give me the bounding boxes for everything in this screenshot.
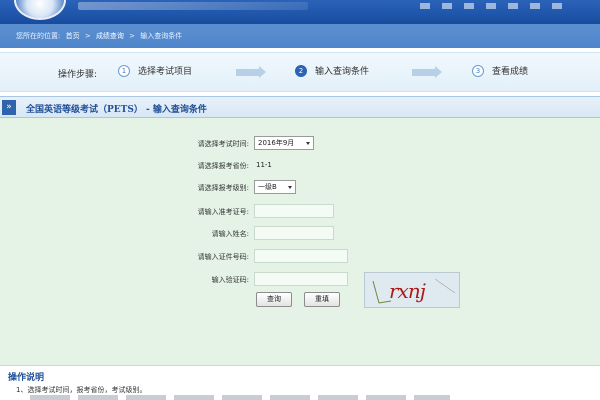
captcha-text: rxnj: [389, 279, 426, 303]
site-banner: [0, 0, 600, 24]
exam-time-row: 请选择考试时间: 2016年9月: [0, 136, 600, 152]
step-3-number: 3: [472, 64, 484, 77]
level-row: 请选择报考级别: 一级B: [0, 180, 600, 196]
instructions-truncated-line: [30, 395, 450, 400]
exam-time-select[interactable]: 2016年9月: [254, 136, 314, 150]
section-title: 全国英语等级考试（PETS） - 输入查询条件: [26, 105, 207, 115]
captcha-row: 输入验证码: rxnj: [0, 272, 600, 308]
name-label: 请输入姓名:: [211, 230, 249, 238]
banner-nav-graphic: [420, 3, 570, 9]
ticket-row: 请输入准考证号:: [0, 204, 600, 220]
exam-time-value: 2016年9月: [258, 139, 295, 147]
steps-bar: 操作步骤: 1 选择考试项目 2 输入查询条件 3 查看成绩: [0, 52, 600, 92]
banner-title-graphic: [78, 2, 308, 10]
breadcrumb-home[interactable]: 首页: [66, 32, 80, 40]
site-logo: [14, 0, 66, 20]
step-arrow-icon: [412, 66, 442, 78]
province-row: 请选择报考省份: 11-1: [0, 158, 600, 174]
id-number-input[interactable]: [254, 249, 348, 263]
step-2-label: 输入查询条件: [315, 67, 370, 77]
level-select[interactable]: 一级B: [254, 180, 296, 194]
breadcrumb-current: 输入查询条件: [140, 32, 183, 40]
chevron-down-icon: [306, 142, 310, 145]
double-chevron-icon: »: [2, 100, 16, 115]
step-3: 3 查看成绩: [472, 64, 528, 77]
step-3-label: 查看成绩: [492, 67, 529, 77]
id-label: 请输入证件号码:: [197, 253, 249, 261]
section-header: » 全国英语等级考试（PETS） - 输入查询条件: [0, 96, 600, 118]
chevron-down-icon: [288, 186, 292, 189]
step-2: 2 输入查询条件: [295, 64, 369, 77]
name-input[interactable]: [254, 226, 334, 240]
breadcrumb-separator: >: [129, 32, 136, 40]
step-2-number: 2: [295, 64, 307, 77]
instructions: 操作说明 1、选择考试时间，报考省份，考试级别。: [0, 368, 600, 400]
step-1-number: 1: [118, 64, 130, 77]
query-button[interactable]: 查询: [256, 292, 292, 307]
ticket-label: 请输入准考证号:: [197, 208, 249, 216]
instructions-title: 操作说明: [8, 373, 45, 383]
exam-time-label: 请选择考试时间:: [197, 140, 249, 148]
breadcrumb-prefix: 您所在的位置:: [16, 32, 61, 40]
province-label: 请选择报考省份:: [197, 162, 249, 170]
breadcrumb-score-query[interactable]: 成绩查询: [96, 32, 124, 40]
reset-button[interactable]: 重填: [304, 292, 340, 307]
ticket-number-input[interactable]: [254, 204, 334, 218]
breadcrumb-separator: >: [84, 32, 91, 40]
step-arrow-icon: [236, 66, 266, 78]
steps-label: 操作步骤:: [58, 70, 98, 80]
id-row: 请输入证件号码:: [0, 249, 600, 265]
query-form: 请选择考试时间: 2016年9月 请选择报考省份: 11-1 请选择报考级别: …: [0, 118, 600, 366]
breadcrumb: 您所在的位置: 首页 > 成绩查询 > 输入查询条件: [0, 24, 600, 48]
level-label: 请选择报考级别:: [197, 184, 249, 192]
step-1: 1 选择考试项目: [118, 64, 192, 77]
name-row: 请输入姓名:: [0, 226, 600, 242]
captcha-label: 输入验证码:: [211, 276, 249, 284]
captcha-input[interactable]: [254, 272, 348, 286]
instructions-line: 1、选择考试时间，报考省份，考试级别。: [16, 386, 147, 394]
province-value: 11-1: [256, 161, 272, 169]
captcha-image[interactable]: rxnj: [364, 272, 460, 308]
level-value: 一级B: [258, 183, 277, 191]
step-1-label: 选择考试项目: [138, 67, 193, 77]
